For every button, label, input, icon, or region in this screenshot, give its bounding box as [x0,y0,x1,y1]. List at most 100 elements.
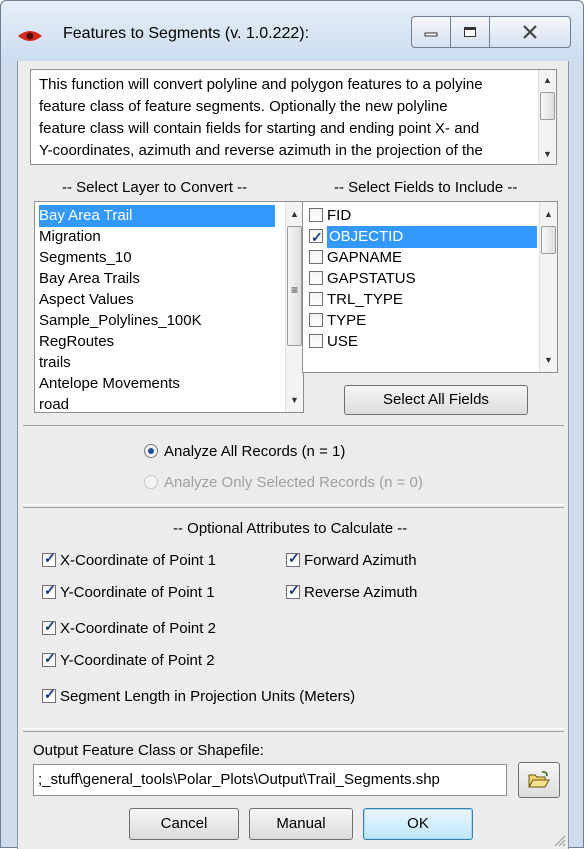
layer-item[interactable]: Bay Area Trails [39,268,140,290]
field-checkbox[interactable] [309,226,323,248]
manual-button[interactable]: Manual [249,808,353,840]
minimize-icon [424,32,438,37]
output-path-input[interactable]: ;_stuff\general_tools\Polar_Plots\Output… [33,764,507,796]
field-label: GAPNAME [327,249,403,266]
resize-grip-icon[interactable] [552,833,566,847]
app-eye-icon [18,31,42,41]
reverse-azimuth-checkbox[interactable] [286,582,300,599]
y2-option[interactable]: Y-Coordinate of Point 2 [42,650,215,669]
field-checkbox[interactable] [309,250,323,264]
segment-length-option[interactable]: Segment Length in Projection Units (Mete… [42,686,356,705]
x1-option[interactable]: X-Coordinate of Point 1 [42,550,216,569]
fields-listbox[interactable]: FID OBJECTID GAPNAME GAPSTATUS TRL_TYPE … [302,201,558,373]
field-label: TRL_TYPE [327,291,403,308]
scroll-down-icon[interactable]: ▼ [539,146,556,162]
minimize-button[interactable] [411,16,451,48]
fields-scrollbar[interactable]: ▲ ▼ [539,202,557,372]
analyze-selected-option[interactable]: Analyze Only Selected Records (n = 0) [144,474,423,491]
field-label: FID [327,207,352,224]
layer-item[interactable]: road [39,394,69,412]
field-label: USE [327,333,358,350]
description-box[interactable]: This function will convert polyline and … [30,69,557,165]
scroll-grip-icon: ≡ [290,283,298,297]
field-item[interactable]: GAPSTATUS [309,268,416,290]
field-item[interactable]: GAPNAME [309,247,402,269]
layer-item[interactable]: Sample_Polylines_100K [39,310,202,332]
field-checkbox[interactable] [309,292,323,306]
y1-checkbox[interactable] [42,582,56,599]
layer-item[interactable]: Segments_10 [39,247,132,269]
layer-scrollbar[interactable]: ▲ ≡ ▼ [285,202,303,412]
x2-checkbox[interactable] [42,618,56,635]
scroll-up-icon[interactable]: ▲ [540,206,557,222]
field-label: OBJECTID [327,226,537,248]
analyze-all-radio[interactable] [144,444,158,458]
close-icon [523,25,537,39]
field-item[interactable]: USE [309,331,358,353]
description-text: This function will convert polyline and … [39,74,529,162]
description-line: This function will convert polyline and … [39,76,483,93]
layer-item[interactable]: Antelope Movements [39,373,180,395]
scroll-down-icon[interactable]: ▼ [286,392,303,408]
field-item[interactable]: TYPE [309,310,366,332]
attributes-section: -- Optional Attributes to Calculate -- X… [23,507,564,729]
field-checkbox[interactable] [309,313,323,327]
scroll-thumb[interactable] [540,92,555,120]
reverse-azimuth-option[interactable]: Reverse Azimuth [286,582,418,601]
output-section: Output Feature Class or Shapefile: ;_stu… [23,731,564,847]
dialog-client: This function will convert polyline and … [17,61,569,849]
x1-checkbox[interactable] [42,550,56,567]
scroll-down-icon[interactable]: ▼ [540,352,557,368]
maximize-icon [464,27,476,37]
fields-label: -- Select Fields to Include -- [334,179,518,196]
field-item[interactable]: OBJECTID [309,226,537,248]
segment-length-label: Segment Length in Projection Units (Mete… [60,688,356,705]
maximize-button[interactable] [450,16,490,48]
records-section: Analyze All Records (n = 1) Analyze Only… [23,425,564,505]
segment-length-checkbox[interactable] [42,686,56,703]
attributes-label: -- Optional Attributes to Calculate -- [173,520,408,537]
layer-item[interactable]: Bay Area Trail [39,205,275,227]
cancel-button[interactable]: Cancel [129,808,239,840]
scroll-thumb[interactable] [541,226,556,254]
field-label: TYPE [327,312,367,329]
field-item[interactable]: TRL_TYPE [309,289,403,311]
select-all-fields-button[interactable]: Select All Fields [344,385,528,415]
scroll-up-icon[interactable]: ▲ [539,72,556,88]
analyze-selected-label: Analyze Only Selected Records (n = 0) [164,474,423,491]
browse-button[interactable] [518,762,560,798]
forward-azimuth-option[interactable]: Forward Azimuth [286,550,417,569]
field-checkbox[interactable] [309,271,323,285]
description-scrollbar[interactable]: ▲ ▼ [538,70,556,164]
layer-item[interactable]: Aspect Values [39,289,134,311]
field-checkbox[interactable] [309,208,323,222]
description-line: feature class of feature segments. Optio… [39,98,448,115]
layer-item[interactable]: Migration [39,226,101,248]
x2-option[interactable]: X-Coordinate of Point 2 [42,618,216,637]
window-title: Features to Segments (v. 1.0.222): [63,25,310,42]
forward-azimuth-label: Forward Azimuth [304,552,417,569]
layers-label: -- Select Layer to Convert -- [62,179,248,196]
dialog-window: Features to Segments (v. 1.0.222): This … [0,0,584,849]
field-checkbox[interactable] [309,334,323,348]
analyze-selected-radio[interactable] [144,475,158,489]
layer-listbox[interactable]: Bay Area Trail Migration Segments_10 Bay… [34,201,304,413]
analyze-all-label: Analyze All Records (n = 1) [164,443,346,460]
field-label: GAPSTATUS [327,270,416,287]
scroll-up-icon[interactable]: ▲ [286,206,303,222]
x2-label: X-Coordinate of Point 2 [60,620,216,637]
y1-label: Y-Coordinate of Point 1 [60,584,215,601]
y2-label: Y-Coordinate of Point 2 [60,652,215,669]
y1-option[interactable]: Y-Coordinate of Point 1 [42,582,215,601]
title-bar[interactable]: Features to Segments (v. 1.0.222): [1,1,583,63]
field-item[interactable]: FID [309,205,351,227]
reverse-azimuth-label: Reverse Azimuth [304,584,418,601]
forward-azimuth-checkbox[interactable] [286,550,300,567]
y2-checkbox[interactable] [42,650,56,667]
analyze-all-option[interactable]: Analyze All Records (n = 1) [144,443,345,460]
open-folder-icon [528,771,550,788]
layer-item[interactable]: RegRoutes [39,331,114,353]
ok-button[interactable]: OK [363,808,473,840]
layer-item[interactable]: trails [39,352,71,374]
close-button[interactable] [489,16,571,48]
